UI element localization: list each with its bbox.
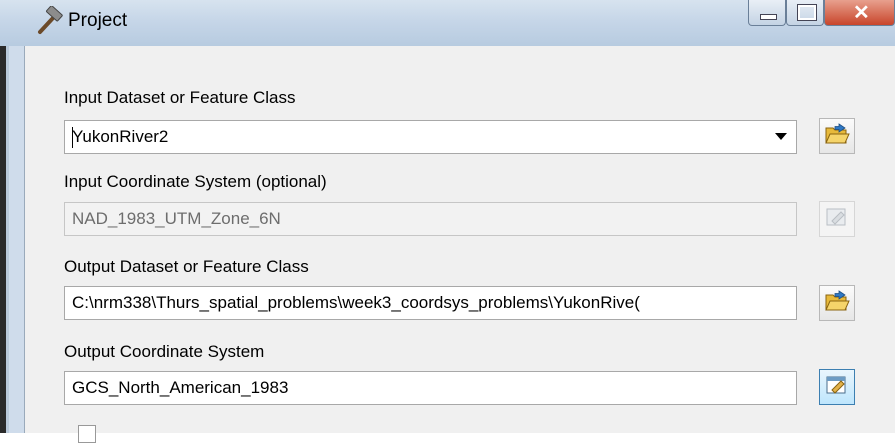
input-coord-properties-button — [819, 201, 855, 237]
text-caret — [72, 127, 73, 148]
window-title: Project — [68, 10, 128, 31]
maximize-button[interactable] — [786, 0, 824, 26]
output-coord-properties-button[interactable] — [819, 369, 855, 405]
input-dataset-value: YukonRiver2 — [72, 127, 169, 146]
input-coord-label: Input Coordinate System (optional) — [64, 172, 327, 191]
browse-output-button[interactable] — [819, 285, 855, 321]
checkbox[interactable] — [78, 425, 96, 443]
folder-open-icon — [824, 122, 850, 151]
window-frame — [9, 46, 25, 433]
folder-open-icon — [824, 289, 850, 318]
close-icon: ✕ — [853, 2, 870, 24]
coordinate-properties-icon — [824, 205, 850, 234]
output-dataset-field[interactable]: C:\nrm338\Thurs_spatial_problems\week3_c… — [64, 286, 797, 320]
input-dataset-label: Input Dataset or Feature Class — [64, 88, 296, 107]
minimize-icon — [760, 14, 777, 20]
output-coord-label: Output Coordinate System — [64, 342, 265, 361]
minimize-button[interactable] — [748, 0, 786, 26]
maximize-icon — [797, 4, 817, 21]
input-coord-field: NAD_1983_UTM_Zone_6N — [64, 202, 797, 236]
window-titlebar: Project ✕ — [0, 0, 895, 47]
coordinate-properties-icon — [824, 373, 850, 402]
input-dataset-combo[interactable]: YukonRiver2 — [64, 120, 797, 154]
close-button[interactable]: ✕ — [824, 0, 895, 26]
chevron-down-icon[interactable] — [770, 126, 792, 148]
browse-input-button[interactable] — [819, 118, 855, 154]
output-dataset-label: Output Dataset or Feature Class — [64, 257, 309, 276]
hammer-icon — [34, 5, 64, 36]
output-coord-field[interactable]: GCS_North_American_1983 — [64, 371, 797, 405]
